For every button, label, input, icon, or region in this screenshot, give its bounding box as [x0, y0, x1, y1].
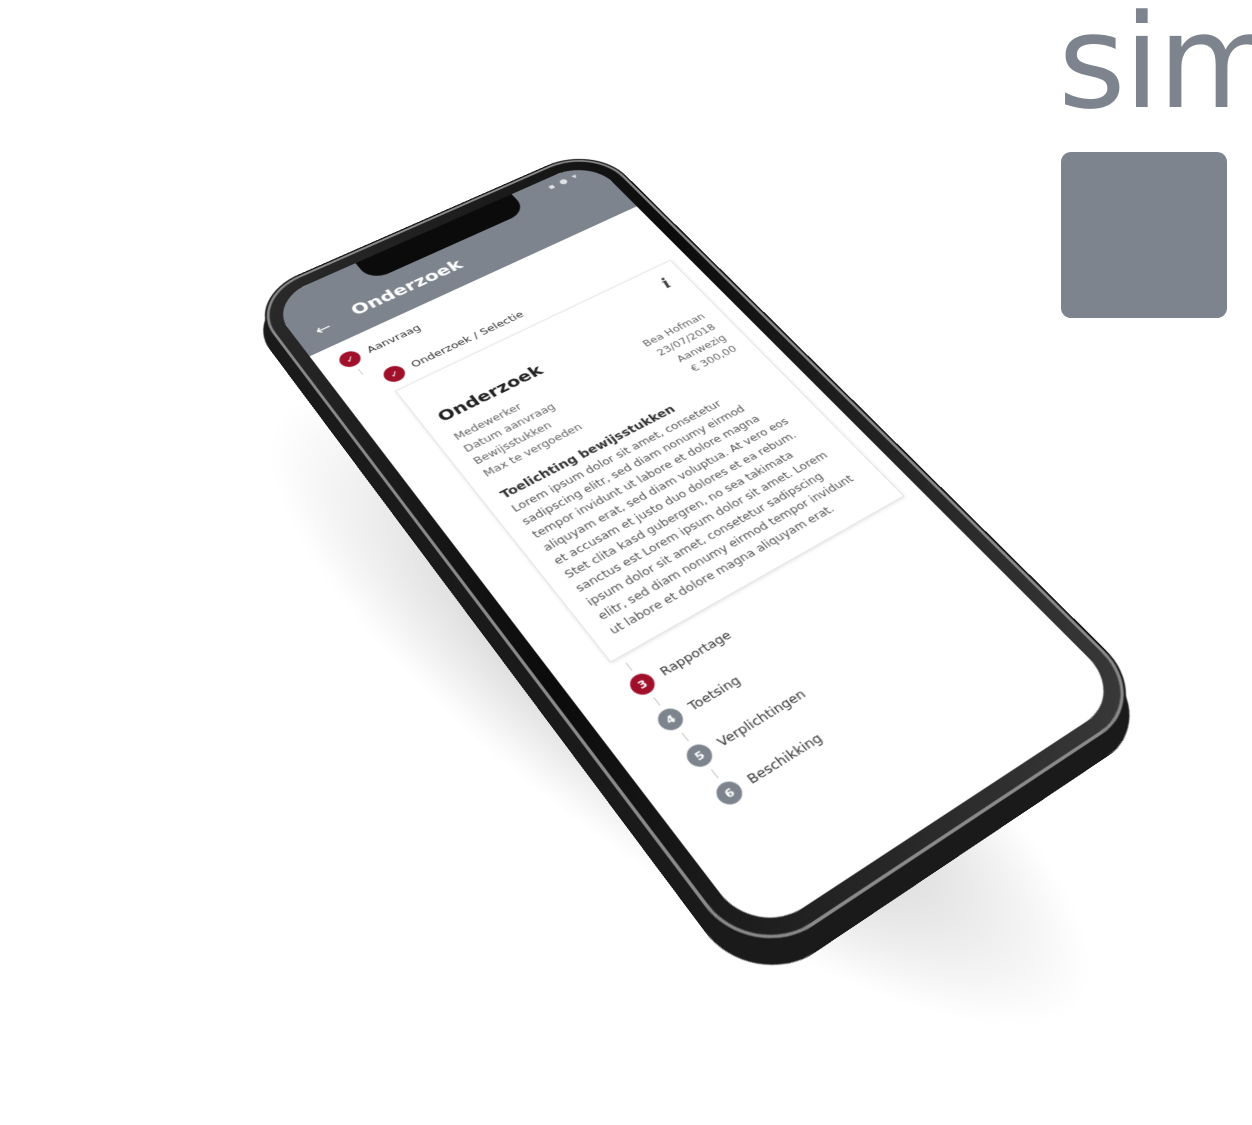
check-icon: ✓: [335, 348, 365, 370]
phone-scene: ▪ ● ▾ ← Onderzoek ✓ Aanvraag ✓ Onderzoek…: [0, 0, 1252, 1020]
phone-device: ▪ ● ▾ ← Onderzoek ✓ Aanvraag ✓ Onderzoek…: [250, 148, 1149, 963]
step-number-badge: 4: [653, 704, 688, 735]
step-label: Toetsing: [685, 673, 744, 714]
onderzoek-card: i Onderzoek Medewerker Datum aanvraag Be…: [394, 259, 905, 663]
info-icon[interactable]: i: [657, 275, 675, 291]
step-number-badge: 6: [711, 777, 748, 809]
phone-screen: ▪ ● ▾ ← Onderzoek ✓ Aanvraag ✓ Onderzoek…: [267, 159, 1127, 940]
step-number-badge: 5: [681, 740, 718, 772]
step-number-badge: 3: [625, 669, 660, 699]
check-icon: ✓: [379, 363, 409, 385]
arrow-left-icon[interactable]: ←: [311, 318, 336, 338]
